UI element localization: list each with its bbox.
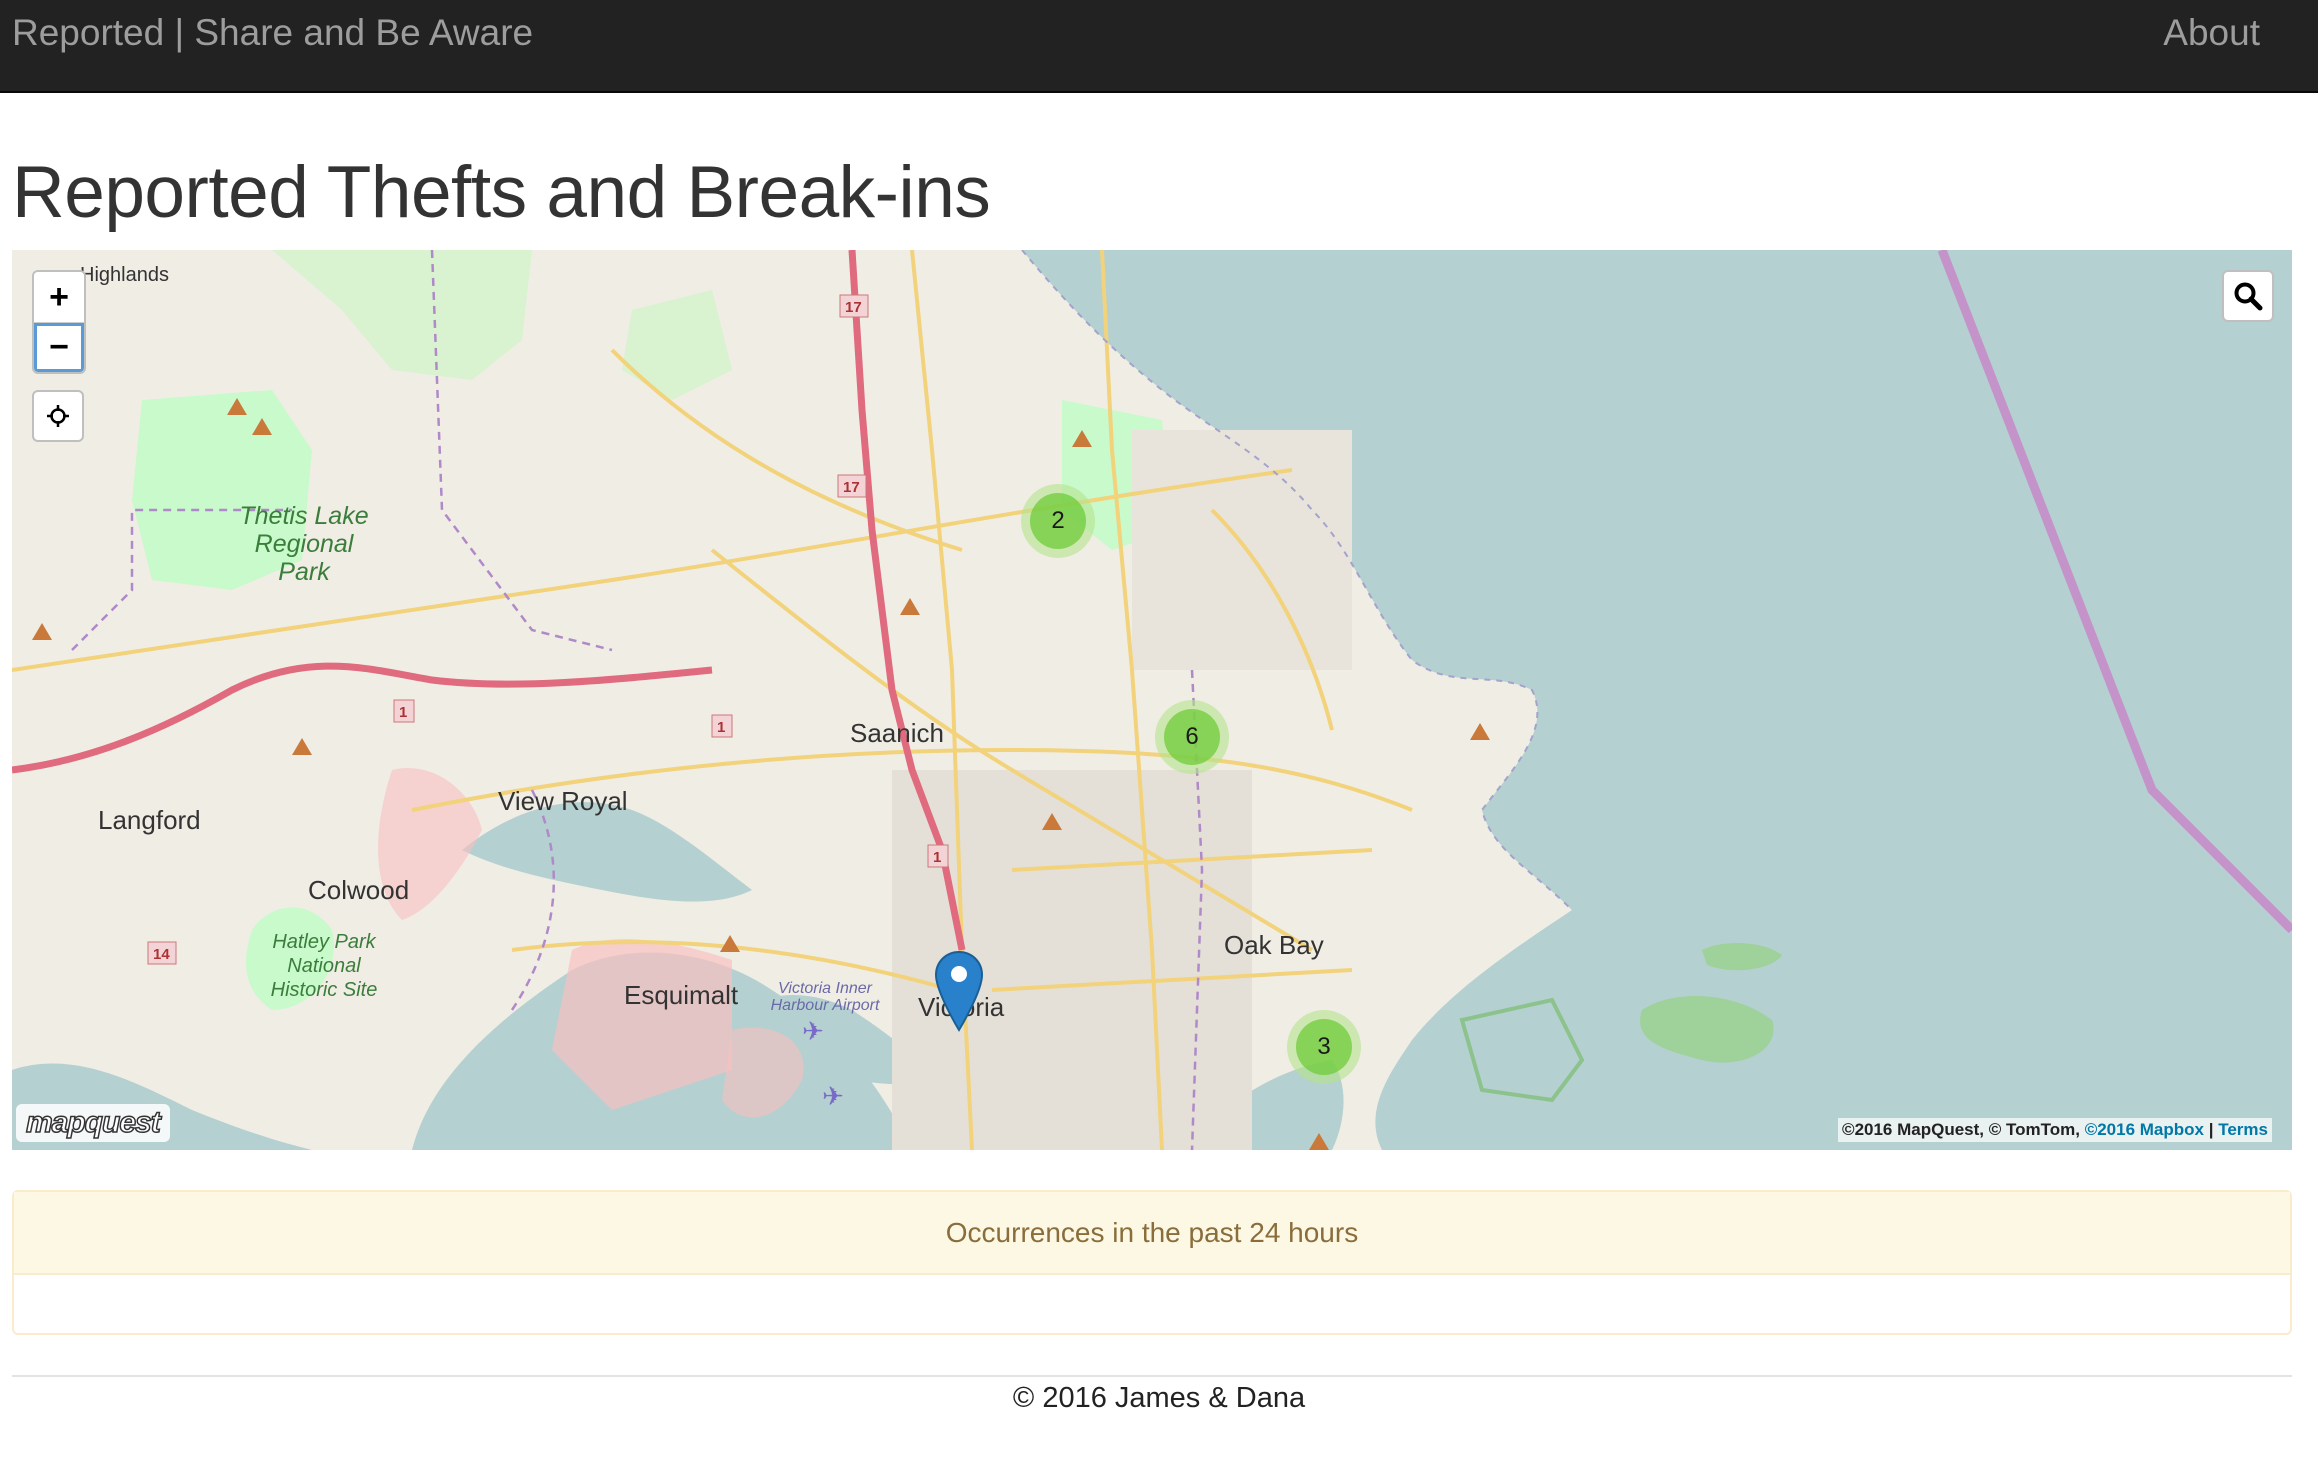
terms-link[interactable]: Terms bbox=[2218, 1120, 2268, 1139]
attribution-separator: | bbox=[2208, 1120, 2214, 1139]
svg-text:✈: ✈ bbox=[822, 1081, 844, 1111]
svg-text:1: 1 bbox=[399, 704, 407, 721]
mapquest-logo: mapquest bbox=[16, 1104, 170, 1142]
place-label-thetis-lake: Thetis Lake Regional Park bbox=[239, 502, 369, 586]
place-label-harbour-airport: Victoria Inner Harbour Airport bbox=[770, 980, 880, 1014]
place-label-colwood: Colwood bbox=[308, 875, 410, 905]
svg-text:1: 1 bbox=[933, 849, 941, 866]
place-label-view-royal: View Royal bbox=[498, 786, 628, 816]
place-label-hatley-park: Hatley Park National Historic Site bbox=[270, 931, 378, 1001]
svg-text:1: 1 bbox=[717, 719, 725, 736]
svg-text:✈: ✈ bbox=[802, 1016, 824, 1046]
place-label-highlands: Highlands bbox=[80, 264, 169, 286]
cluster-count: 2 bbox=[1030, 493, 1086, 549]
cluster-count: 6 bbox=[1164, 709, 1220, 765]
map-search-button[interactable] bbox=[2222, 270, 2274, 322]
marker-cluster[interactable]: 3 bbox=[1287, 1010, 1361, 1084]
panel-heading: Occurrences in the past 24 hours bbox=[14, 1192, 2290, 1275]
place-label-langford: Langford bbox=[98, 805, 201, 835]
svg-text:17: 17 bbox=[845, 299, 862, 316]
search-icon bbox=[2234, 282, 2263, 311]
map-marker[interactable] bbox=[934, 950, 984, 1037]
brand-link[interactable]: Reported | Share and Be Aware bbox=[12, 10, 533, 55]
map-attribution: ©2016 MapQuest, © TomTom, ©2016 Mapbox |… bbox=[1838, 1118, 2272, 1142]
svg-text:17: 17 bbox=[843, 479, 860, 496]
locate-button[interactable] bbox=[32, 390, 84, 442]
svg-text:14: 14 bbox=[153, 946, 170, 963]
map-marker-icon bbox=[934, 950, 984, 1032]
place-label-esquimalt: Esquimalt bbox=[624, 980, 739, 1010]
map-tiles: 17 17 1 1 1 14 ✈ ✈ bbox=[12, 250, 2292, 1150]
crosshair-icon bbox=[47, 405, 69, 427]
zoom-out-button[interactable]: − bbox=[34, 322, 84, 372]
zoom-in-button[interactable]: + bbox=[34, 272, 84, 322]
place-label-oak-bay: Oak Bay bbox=[1224, 930, 1324, 960]
mapbox-link[interactable]: ©2016 Mapbox bbox=[2085, 1120, 2204, 1139]
footer-divider bbox=[12, 1375, 2292, 1377]
page-title: Reported Thefts and Break-ins bbox=[12, 152, 991, 233]
marker-cluster[interactable]: 6 bbox=[1155, 700, 1229, 774]
cluster-count: 3 bbox=[1296, 1019, 1352, 1075]
place-label-saanich: Saanich bbox=[850, 718, 944, 748]
occurrences-panel: Occurrences in the past 24 hours bbox=[12, 1190, 2292, 1335]
navbar: Reported | Share and Be Aware About bbox=[0, 0, 2318, 93]
map[interactable]: 17 17 1 1 1 14 ✈ ✈ Highlands Saanich Vie… bbox=[12, 250, 2292, 1150]
marker-cluster[interactable]: 2 bbox=[1021, 484, 1095, 558]
about-link[interactable]: About bbox=[2163, 10, 2260, 55]
zoom-control: + − bbox=[32, 270, 86, 374]
footer-text: © 2016 James & Dana bbox=[1012, 1382, 1306, 1414]
attribution-text: ©2016 MapQuest, © TomTom, bbox=[1842, 1120, 2080, 1139]
